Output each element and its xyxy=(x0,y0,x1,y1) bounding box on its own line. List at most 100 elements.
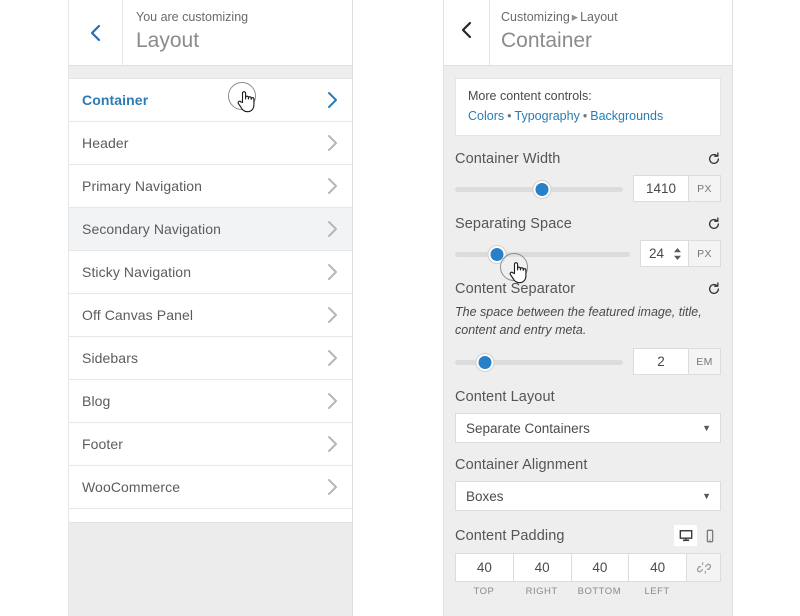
container-panel-body: More content controls: Colors • Typography… xyxy=(444,66,732,597)
link-typography[interactable]: Typography xyxy=(515,109,580,123)
more-content-controls: More content controls: Colors • Typography… xyxy=(455,78,721,136)
sidebar-item-blog[interactable]: Blog xyxy=(69,380,352,423)
container-width-value-box: 1410 PX xyxy=(633,175,721,202)
sidebar-item-footer[interactable]: Footer xyxy=(69,423,352,466)
content-padding-labels: TOP RIGHT BOTTOM LEFT xyxy=(455,586,721,597)
slider-thumb[interactable] xyxy=(533,180,551,198)
chevron-right-icon xyxy=(327,177,338,195)
separating-space-input[interactable]: 24 xyxy=(640,240,688,267)
device-mobile-icon[interactable] xyxy=(698,525,721,546)
slider-track xyxy=(455,251,630,257)
sidebar-item-label: Container xyxy=(82,92,149,108)
padding-label-spacer xyxy=(686,586,721,597)
content-separator-slider[interactable] xyxy=(455,352,623,372)
control-label: Content Layout xyxy=(455,389,555,405)
container-width-slider[interactable] xyxy=(455,179,623,199)
content-layout-value: Separate Containers xyxy=(466,420,590,436)
slider-thumb[interactable] xyxy=(488,245,506,263)
control-label: Separating Space xyxy=(455,216,572,232)
reset-icon[interactable] xyxy=(707,282,721,296)
device-desktop-icon[interactable] xyxy=(674,525,697,546)
layout-panel-header: You are customizing Layout xyxy=(69,0,352,66)
separating-space-unit: PX xyxy=(688,240,721,267)
breadcrumb: Customizing ▸ Layout xyxy=(501,9,732,26)
control-header: Separating Space xyxy=(455,216,721,232)
breadcrumb-separator-icon: ▸ xyxy=(571,10,579,24)
slider-row: 2 EM xyxy=(455,348,721,375)
sidebar-item-label: Sticky Navigation xyxy=(82,264,192,280)
sidebar-item-container[interactable]: Container xyxy=(69,79,352,122)
customizer-screenshot: You are customizing Layout Container Head… xyxy=(0,0,800,616)
panel-divider xyxy=(69,66,352,79)
control-header: Content Layout xyxy=(455,389,721,405)
slider-row: 24 PX xyxy=(455,240,721,267)
chevron-right-icon xyxy=(327,91,338,109)
more-controls-heading: More content controls: xyxy=(468,89,592,103)
sidebar-item-label: Primary Navigation xyxy=(82,178,203,194)
sidebar-item-sidebars[interactable]: Sidebars xyxy=(69,337,352,380)
slider-thumb[interactable] xyxy=(476,353,494,371)
breadcrumb-root: Customizing xyxy=(501,10,570,24)
control-description: The space between the featured image, ti… xyxy=(455,305,702,337)
padding-label-top: TOP xyxy=(473,586,495,597)
separating-space-value-box: 24 PX xyxy=(640,240,721,267)
container-panel-header: Customizing ▸ Layout Container xyxy=(444,0,732,66)
link-backgrounds[interactable]: Backgrounds xyxy=(590,109,663,123)
link-colors[interactable]: Colors xyxy=(468,109,504,123)
content-separator-input[interactable]: 2 xyxy=(633,348,688,375)
container-panel-titles: Customizing ▸ Layout Container xyxy=(490,0,732,65)
chevron-right-icon xyxy=(327,306,338,324)
breadcrumb-parent: Layout xyxy=(580,10,618,24)
control-header: Content Separator xyxy=(455,281,721,297)
control-container-alignment: Container Alignment Boxes ▼ xyxy=(455,457,721,511)
container-alignment-select[interactable]: Boxes ▼ xyxy=(455,481,721,511)
slider-row: 1410 PX xyxy=(455,175,721,202)
padding-top-input[interactable]: 40 xyxy=(455,553,513,582)
chevron-left-icon xyxy=(460,20,473,45)
control-separating-space: Separating Space 24 PX xyxy=(455,216,721,267)
chevron-down-icon: ▼ xyxy=(702,491,711,501)
padding-left-input[interactable]: 40 xyxy=(628,553,686,582)
control-content-padding: Content Padding 40 40 40 40 TOP RIGHT BO… xyxy=(455,525,721,597)
padding-bottom-input[interactable]: 40 xyxy=(570,553,629,582)
sidebar-item-secondary-navigation[interactable]: Secondary Navigation xyxy=(69,208,352,251)
sidebar-item-label: Off Canvas Panel xyxy=(82,307,194,323)
sidebar-item-label: Secondary Navigation xyxy=(82,221,221,237)
sidebar-item-label: Sidebars xyxy=(82,350,139,366)
container-section-panel: Customizing ▸ Layout Container More conten… xyxy=(443,0,733,616)
panel-title: Layout xyxy=(136,29,200,52)
control-label: Content Separator xyxy=(455,281,576,297)
content-layout-select[interactable]: Separate Containers ▼ xyxy=(455,413,721,443)
customizing-eyebrow: You are customizing xyxy=(136,10,249,24)
padding-label-bottom: BOTTOM xyxy=(577,586,622,597)
separating-space-slider[interactable] xyxy=(455,244,630,264)
bullet-separator: • xyxy=(582,109,588,123)
padding-label-left: LEFT xyxy=(644,586,670,597)
padding-right-input[interactable]: 40 xyxy=(512,553,571,582)
sidebar-item-woocommerce[interactable]: WooCommerce xyxy=(69,466,352,509)
control-label: Content Padding xyxy=(455,527,565,544)
content-padding-header: Content Padding xyxy=(455,525,721,546)
reset-icon[interactable] xyxy=(707,217,721,231)
sidebar-item-sticky-navigation[interactable]: Sticky Navigation xyxy=(69,251,352,294)
back-button-container[interactable] xyxy=(444,0,490,65)
sidebar-item-primary-navigation[interactable]: Primary Navigation xyxy=(69,165,352,208)
unlink-icon[interactable] xyxy=(686,553,721,582)
stepper-arrows-icon[interactable] xyxy=(673,247,682,261)
layout-panel: You are customizing Layout Container Head… xyxy=(68,0,353,616)
container-alignment-value: Boxes xyxy=(466,488,504,504)
sidebar-item-header[interactable]: Header xyxy=(69,122,352,165)
section-title: Container xyxy=(501,29,593,52)
sidebar-item-off-canvas-panel[interactable]: Off Canvas Panel xyxy=(69,294,352,337)
control-label: Container Alignment xyxy=(455,457,588,473)
chevron-right-icon xyxy=(327,134,338,152)
back-button-layout[interactable] xyxy=(69,0,123,65)
control-container-width: Container Width 1410 PX xyxy=(455,151,721,202)
control-header: Container Width xyxy=(455,151,721,167)
container-width-input[interactable]: 1410 xyxy=(633,175,688,202)
container-width-unit: PX xyxy=(688,175,721,202)
reset-icon[interactable] xyxy=(707,152,721,166)
control-label: Container Width xyxy=(455,151,561,167)
chevron-right-icon xyxy=(327,435,338,453)
bullet-separator: • xyxy=(507,109,512,123)
